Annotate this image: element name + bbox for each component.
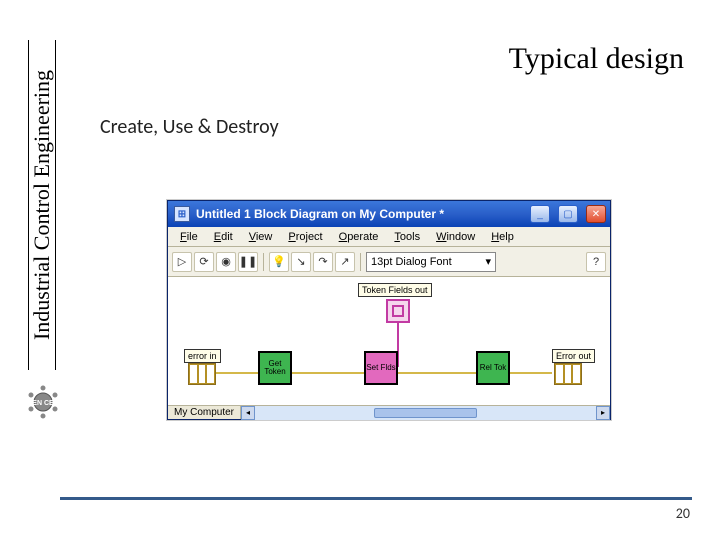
side-label-department: Industrial Control Engineering — [28, 40, 56, 370]
font-selector[interactable]: 13pt Dialog Font ▾ — [366, 252, 496, 272]
toolbar-separator — [263, 253, 264, 271]
step-out-button[interactable]: ↗ — [335, 252, 355, 272]
wire-1 — [216, 372, 258, 374]
token-fields-out-label: Token Fields out — [358, 283, 432, 297]
scroll-right-button[interactable]: ▸ — [596, 406, 610, 420]
wire-3 — [398, 372, 476, 374]
minimize-button[interactable]: _ — [530, 205, 550, 223]
footer-rule — [60, 497, 692, 500]
page-subtitle: Create, Use & Destroy — [100, 115, 279, 139]
app-window: ⊞ Untitled 1 Block Diagram on My Compute… — [167, 200, 611, 420]
svg-text:EN CE: EN CE — [32, 400, 54, 407]
titlebar[interactable]: ⊞ Untitled 1 Block Diagram on My Compute… — [168, 201, 610, 227]
menu-tools[interactable]: Tools — [386, 229, 428, 245]
toolbar: ▷ ⟳ ◉ ❚❚ 💡 ↘ ↷ ↗ 13pt Dialog Font ▾ ? — [168, 247, 610, 277]
get-token-node[interactable]: Get Token — [258, 351, 292, 385]
status-context: My Computer — [168, 406, 241, 419]
chevron-down-icon: ▾ — [485, 255, 491, 268]
menu-operate[interactable]: Operate — [331, 229, 387, 245]
step-into-button[interactable]: ↘ — [291, 252, 311, 272]
menu-view[interactable]: View — [241, 229, 281, 245]
page-number: 20 — [676, 505, 690, 522]
font-selector-value: 13pt Dialog Font — [371, 256, 452, 268]
wire-2 — [292, 372, 364, 374]
menu-help[interactable]: Help — [483, 229, 522, 245]
app-icon: ⊞ — [174, 206, 190, 222]
step-over-button[interactable]: ↷ — [313, 252, 333, 272]
run-continuous-button[interactable]: ⟳ — [194, 252, 214, 272]
side-label-text: Industrial Control Engineering — [29, 70, 55, 340]
abort-button[interactable]: ◉ — [216, 252, 236, 272]
logo-icon: EN CE — [26, 385, 60, 419]
window-title: Untitled 1 Block Diagram on My Computer … — [196, 207, 522, 221]
scroll-left-button[interactable]: ◂ — [241, 406, 255, 420]
menubar: File Edit View Project Operate Tools Win… — [168, 227, 610, 247]
error-in-label: error in — [184, 349, 221, 363]
highlight-execution-button[interactable]: 💡 — [269, 252, 289, 272]
menu-file[interactable]: File — [172, 229, 206, 245]
page-title: Typical design — [509, 42, 684, 76]
menu-edit[interactable]: Edit — [206, 229, 241, 245]
horizontal-scrollbar[interactable] — [255, 406, 596, 420]
wire-4 — [510, 372, 552, 374]
release-token-node[interactable]: Rel Tok — [476, 351, 510, 385]
maximize-button[interactable]: ▢ — [558, 205, 578, 223]
scroll-thumb[interactable] — [374, 408, 476, 418]
menu-window[interactable]: Window — [428, 229, 483, 245]
menu-project[interactable]: Project — [280, 229, 330, 245]
token-fields-out-terminal[interactable] — [386, 299, 410, 323]
error-out-terminal[interactable] — [554, 363, 582, 385]
run-button[interactable]: ▷ — [172, 252, 192, 272]
close-button[interactable]: ✕ — [586, 205, 606, 223]
block-diagram-canvas[interactable]: Token Fields out error in Get Token Set … — [168, 277, 610, 407]
error-in-terminal[interactable] — [188, 363, 216, 385]
set-fields-node[interactable]: Set Flds — [364, 351, 398, 385]
error-out-label: Error out — [552, 349, 595, 363]
statusbar: My Computer ◂ ▸ — [168, 405, 610, 419]
toolbar-separator-2 — [360, 253, 361, 271]
help-button[interactable]: ? — [586, 252, 606, 272]
pause-button[interactable]: ❚❚ — [238, 252, 258, 272]
